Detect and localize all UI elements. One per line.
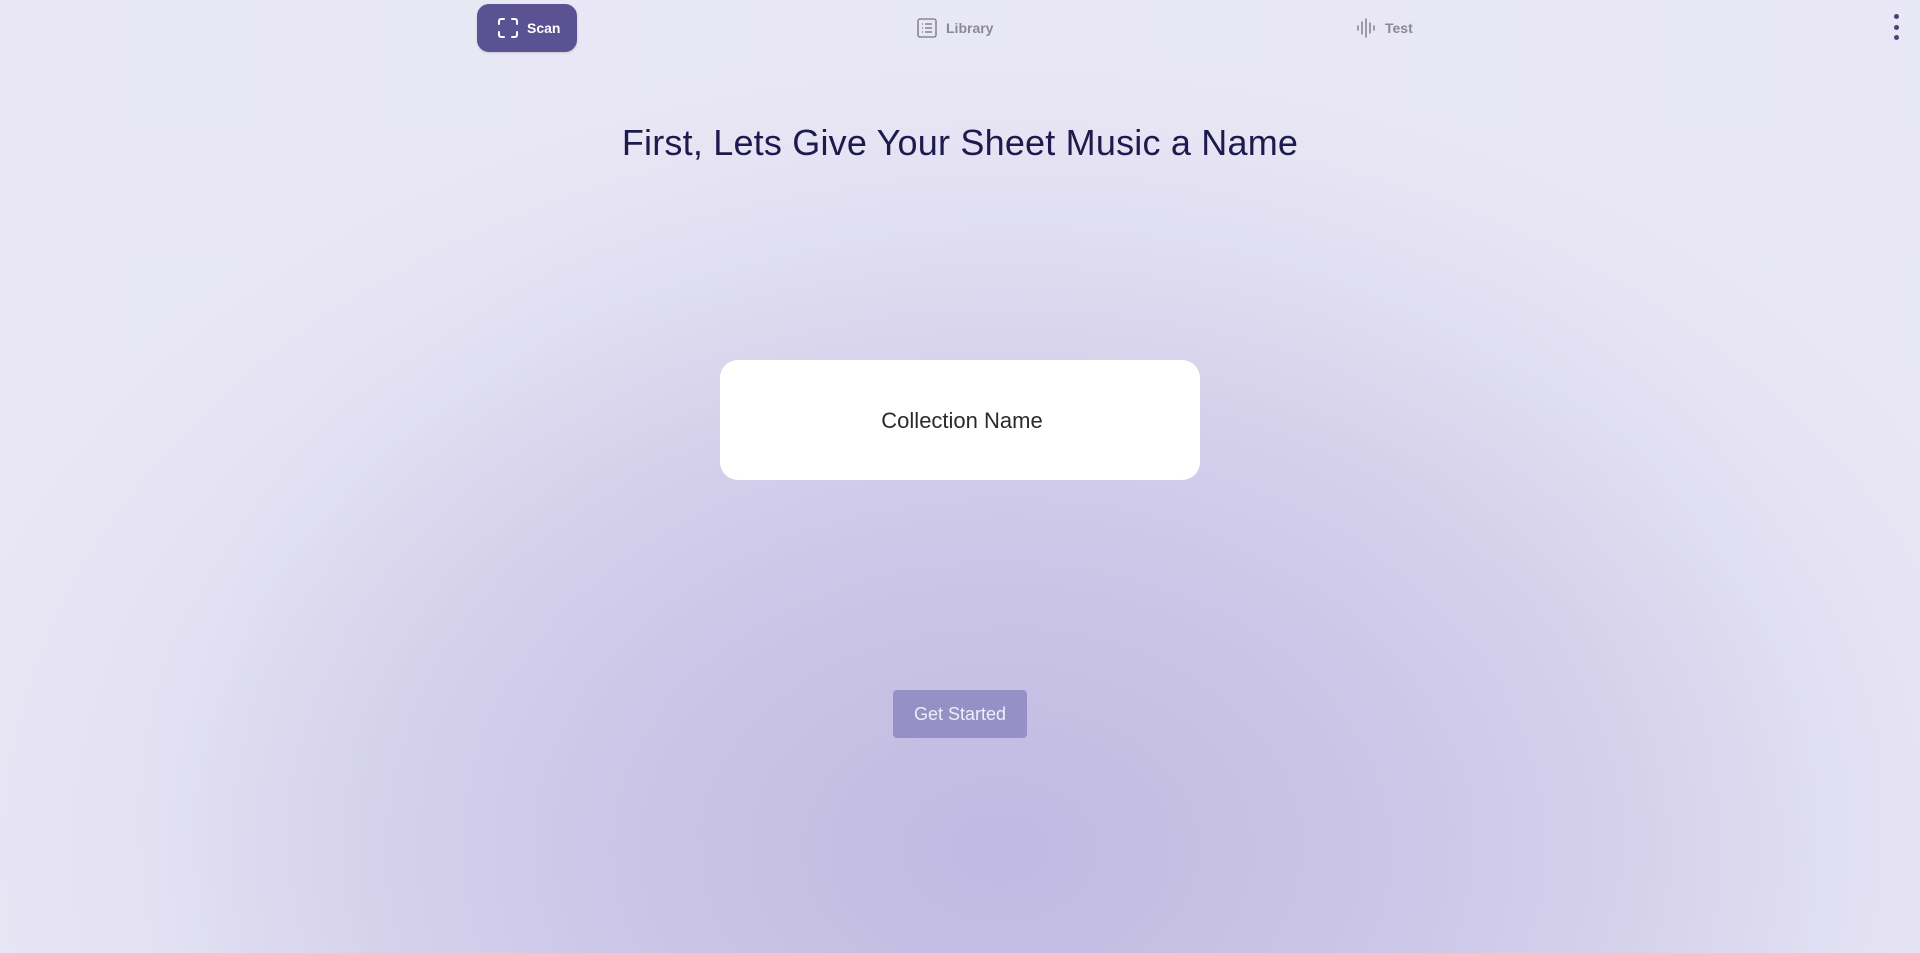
more-vertical-icon[interactable] bbox=[1892, 14, 1900, 40]
nav-tab-test-label: Test bbox=[1385, 20, 1413, 36]
get-started-button[interactable]: Get Started bbox=[893, 690, 1027, 738]
collection-name-input[interactable] bbox=[720, 360, 1204, 482]
page-title: First, Lets Give Your Sheet Music a Name bbox=[621, 122, 1299, 163]
nav-tab-library[interactable]: Library bbox=[916, 4, 993, 52]
scan-frame-icon bbox=[497, 17, 519, 39]
nav-tab-library-label: Library bbox=[946, 20, 994, 36]
nav-tab-scan-label: Scan bbox=[527, 20, 561, 36]
list-icon bbox=[916, 17, 938, 39]
nav-tab-scan[interactable]: Scan bbox=[477, 4, 577, 52]
audio-wave-icon bbox=[1355, 17, 1377, 39]
top-nav: Scan Library Test bbox=[0, 0, 1920, 58]
collection-name-box bbox=[720, 360, 1204, 482]
nav-tab-test[interactable]: Test bbox=[1355, 4, 1413, 52]
